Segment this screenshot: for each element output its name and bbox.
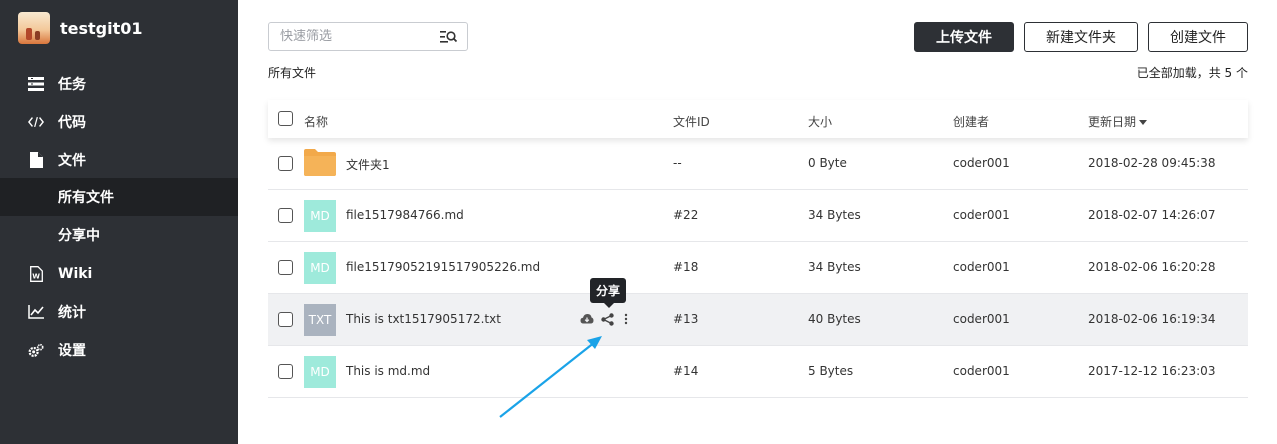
file-creator: coder001 [953,156,1010,170]
sidebar-item-files[interactable]: 文件 [0,141,238,179]
column-header-file-id[interactable]: 文件ID [673,113,710,130]
sidebar-item-label: Wiki [58,266,93,282]
tasks-icon [28,76,44,92]
file-creator: coder001 [953,364,1010,378]
column-header-updated-label: 更新日期 [1088,115,1137,129]
project-avatar [18,12,50,44]
sidebar-item-settings[interactable]: 设置 [0,331,238,369]
load-status: 已全部加载，共 5 个 [1136,66,1248,80]
code-icon [28,114,44,130]
quick-filter [268,22,468,51]
create-file-button[interactable]: 创建文件 [1148,22,1248,52]
sidebar-item-label: 代码 [58,115,86,131]
sidebar-item-sharing[interactable]: 分享中 [0,216,238,254]
more-options-icon[interactable] [624,313,630,327]
chart-icon [28,304,44,320]
file-creator: coder001 [953,260,1010,274]
sidebar-item-label: 分享中 [58,228,100,244]
search-icon[interactable] [440,29,458,45]
sidebar-item-label: 设置 [58,343,86,359]
breadcrumb: 所有文件 [268,66,317,80]
row-checkbox[interactable] [278,312,293,327]
column-header-name[interactable]: 名称 [304,113,328,130]
row-checkbox[interactable] [278,156,293,171]
download-icon[interactable] [580,313,594,327]
table-row[interactable]: TXT This is txt1517905172.txt #13 40 Byt… [268,294,1248,346]
share-icon[interactable] [601,313,615,327]
row-checkbox[interactable] [278,364,293,379]
row-checkbox[interactable] [278,208,293,223]
file-size: 0 Byte [808,156,847,170]
search-input[interactable] [280,29,440,44]
settings-icon [28,342,44,358]
sidebar-item-label: 文件 [58,153,86,169]
file-name[interactable]: 文件夹1 [346,156,390,173]
file-size: 40 Bytes [808,312,861,326]
file-size: 34 Bytes [808,260,861,274]
project-name: testgit01 [60,18,143,38]
sidebar-item-label: 所有文件 [58,190,114,206]
file-name[interactable]: file15179052191517905226.md [346,260,540,274]
table-header: 名称 文件ID 大小 创建者 更新日期 [268,100,1248,138]
sidebar-item-all-files[interactable]: 所有文件 [0,178,238,216]
share-tooltip: 分享 [590,278,626,308]
file-id: #13 [673,312,699,326]
table-row[interactable]: MD file15179052191517905226.md #18 34 By… [268,242,1248,294]
select-all-checkbox[interactable] [278,111,293,126]
table-row[interactable]: 文件夹1 -- 0 Byte coder001 2018-02-28 09:45… [268,138,1248,190]
sidebar-item-label: 统计 [58,305,86,321]
file-id: -- [673,156,682,170]
file-name[interactable]: This is txt1517905172.txt [346,312,501,326]
row-actions [580,312,630,328]
sort-desc-icon [1139,120,1148,125]
md-file-icon: MD [304,252,336,284]
sidebar: testgit01 任务 代码 文件 所有文件 分享中 W Wiki 统计 设置 [0,0,238,444]
file-icon [28,152,44,168]
annotation-arrow [499,336,602,418]
sidebar-item-stats[interactable]: 统计 [0,293,238,331]
sidebar-item-tasks[interactable]: 任务 [0,65,238,103]
file-id: #14 [673,364,699,378]
file-id: #18 [673,260,699,274]
file-updated: 2017-12-12 16:23:03 [1088,364,1216,378]
sidebar-item-code[interactable]: 代码 [0,103,238,141]
md-file-icon: MD [304,356,336,388]
file-size: 5 Bytes [808,364,854,378]
new-folder-button[interactable]: 新建文件夹 [1024,22,1138,52]
file-updated: 2018-02-06 16:19:34 [1088,312,1216,326]
row-checkbox[interactable] [278,260,293,275]
file-creator: coder001 [953,208,1010,222]
file-creator: coder001 [953,312,1010,326]
md-file-icon: MD [304,200,336,232]
svg-text:W: W [32,273,40,281]
file-updated: 2018-02-28 09:45:38 [1088,156,1216,170]
column-header-size[interactable]: 大小 [808,113,832,130]
file-size: 34 Bytes [808,208,861,222]
txt-file-icon: TXT [304,304,336,336]
column-header-creator[interactable]: 创建者 [953,113,989,130]
column-header-updated[interactable]: 更新日期 [1088,113,1148,130]
file-updated: 2018-02-07 14:26:07 [1088,208,1216,222]
wiki-icon: W [28,266,44,282]
table-row[interactable]: MD file1517984766.md #22 34 Bytes coder0… [268,190,1248,242]
project-header[interactable]: testgit01 [18,12,143,44]
file-name[interactable]: This is md.md [346,364,430,378]
file-name[interactable]: file1517984766.md [346,208,464,222]
table-row[interactable]: MD This is md.md #14 5 Bytes coder001 20… [268,346,1248,398]
sidebar-item-label: 任务 [58,77,86,93]
file-updated: 2018-02-06 16:20:28 [1088,260,1216,274]
upload-file-button[interactable]: 上传文件 [914,22,1014,52]
sidebar-item-wiki[interactable]: W Wiki [0,255,238,293]
folder-icon [304,149,336,176]
file-id: #22 [673,208,699,222]
